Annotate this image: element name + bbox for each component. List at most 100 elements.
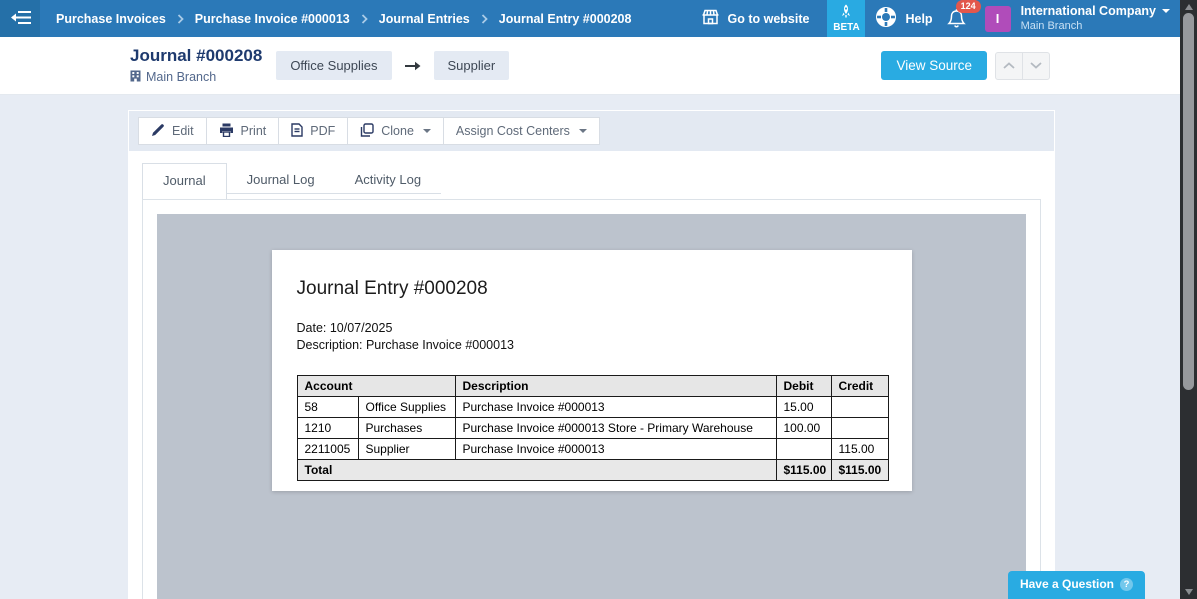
help-label: Help: [905, 12, 932, 26]
tab-bar: Journal Journal Log Activity Log: [128, 163, 1055, 199]
breadcrumb: Purchase Invoices Purchase Invoice #0000…: [56, 0, 631, 37]
collapse-sidebar-icon: [10, 10, 31, 28]
have-a-question-label: Have a Question: [1020, 577, 1114, 591]
page-title: Journal #000208: [130, 47, 262, 64]
line-credit: [831, 397, 888, 418]
chevron-right-icon: [361, 14, 368, 24]
journal-date: Date: 10/07/2025: [297, 320, 887, 337]
breadcrumb-current: Journal Entry #000208: [499, 12, 632, 26]
app-screen: Purchase Invoices Purchase Invoice #0000…: [0, 0, 1197, 599]
line-description: Purchase Invoice #000013 Store - Primary…: [455, 418, 776, 439]
notification-count-badge: 124: [956, 0, 981, 13]
topbar: Purchase Invoices Purchase Invoice #0000…: [0, 0, 1180, 37]
caret-down-icon: [423, 129, 431, 133]
help-button[interactable]: Help: [875, 6, 932, 31]
line-debit: 15.00: [776, 397, 831, 418]
table-row: 1210 Purchases Purchase Invoice #000013 …: [297, 418, 888, 439]
clone-label: Clone: [381, 124, 414, 138]
page-header: Journal #000208 Main Branch Office Suppl…: [0, 37, 1180, 95]
beta-label: BETA: [833, 22, 859, 33]
line-description: Purchase Invoice #000013: [455, 439, 776, 460]
chevron-right-icon: [177, 14, 184, 24]
notifications-button[interactable]: 124: [947, 4, 971, 34]
company-name: International Company: [1021, 4, 1156, 19]
pdf-label: PDF: [310, 124, 335, 138]
topbar-right: Go to website BETA Help: [701, 0, 1180, 37]
branch-label: Main Branch: [146, 71, 216, 84]
description-column-header: Description: [455, 376, 776, 397]
account-code: 1210: [297, 418, 358, 439]
copy-icon: [360, 123, 374, 140]
account-name: Office Supplies: [358, 397, 455, 418]
line-credit: [831, 418, 888, 439]
line-debit: [776, 439, 831, 460]
collapse-sidebar-button[interactable]: [0, 0, 40, 37]
question-mark-icon: ?: [1120, 578, 1133, 591]
next-record-button[interactable]: [1022, 52, 1050, 80]
scroll-down-arrow[interactable]: [1180, 585, 1197, 599]
assign-cost-centers-button[interactable]: Assign Cost Centers: [443, 117, 600, 145]
table-row: 58 Office Supplies Purchase Invoice #000…: [297, 397, 888, 418]
table-row: 2211005 Supplier Purchase Invoice #00001…: [297, 439, 888, 460]
edit-label: Edit: [172, 124, 194, 138]
account-tag: Office Supplies: [276, 51, 391, 80]
previous-record-button[interactable]: [995, 52, 1023, 80]
print-button[interactable]: Print: [206, 117, 280, 145]
print-label: Print: [241, 124, 267, 138]
beta-badge[interactable]: BETA: [827, 0, 865, 37]
account-name: Supplier: [358, 439, 455, 460]
toolbar: Edit Print PDF: [128, 110, 1055, 152]
go-to-website-link[interactable]: Go to website: [701, 9, 810, 28]
page-body: Edit Print PDF: [0, 95, 1180, 599]
printer-icon: [219, 123, 234, 140]
tab-content-panel: Journal Entry #000208 Date: 10/07/2025 D…: [142, 199, 1041, 599]
account-column-header: Account: [297, 376, 455, 397]
company-branch: Main Branch: [1021, 20, 1170, 33]
storefront-icon: [701, 9, 720, 28]
total-credit: $115.00: [831, 460, 888, 481]
line-description: Purchase Invoice #000013: [455, 397, 776, 418]
line-debit: 100.00: [776, 418, 831, 439]
journal-entry-title: Journal Entry #000208: [297, 278, 887, 300]
breadcrumb-item[interactable]: Purchase Invoice #000013: [195, 12, 350, 26]
edit-button[interactable]: Edit: [138, 117, 207, 145]
pdf-button[interactable]: PDF: [278, 117, 348, 145]
account-name: Purchases: [358, 418, 455, 439]
document-viewer: Journal Entry #000208 Date: 10/07/2025 D…: [157, 214, 1026, 599]
rocket-icon: [840, 4, 852, 21]
breadcrumb-item[interactable]: Purchase Invoices: [56, 12, 166, 26]
journal-entry-paper: Journal Entry #000208 Date: 10/07/2025 D…: [272, 250, 912, 491]
record-pager: [995, 52, 1050, 80]
credit-column-header: Credit: [831, 376, 888, 397]
avatar[interactable]: I: [985, 6, 1011, 32]
chevron-down-icon: [1162, 9, 1170, 13]
tab-journal[interactable]: Journal: [142, 163, 227, 199]
debit-column-header: Debit: [776, 376, 831, 397]
branch-row: Main Branch: [130, 70, 262, 85]
tab-journal-log[interactable]: Journal Log: [227, 163, 335, 194]
journal-lines-table: Account Description Debit Credit 58: [297, 375, 889, 481]
pencil-icon: [151, 123, 165, 140]
table-header-row: Account Description Debit Credit: [297, 376, 888, 397]
journal-description: Description: Purchase Invoice #000013: [297, 337, 887, 354]
total-debit: $115.00: [776, 460, 831, 481]
have-a-question-button[interactable]: Have a Question ?: [1008, 571, 1145, 599]
scrollbar[interactable]: [1180, 0, 1197, 599]
clone-button[interactable]: Clone: [347, 117, 444, 145]
building-icon: [130, 70, 141, 85]
total-label: Total: [297, 460, 776, 481]
assign-cost-centers-label: Assign Cost Centers: [456, 124, 570, 138]
account-code: 58: [297, 397, 358, 418]
table-total-row: Total $115.00 $115.00: [297, 460, 888, 481]
account-code: 2211005: [297, 439, 358, 460]
scrollbar-thumb[interactable]: [1183, 13, 1194, 390]
view-source-button[interactable]: View Source: [881, 51, 987, 80]
document-icon: [291, 123, 303, 140]
breadcrumb-item[interactable]: Journal Entries: [379, 12, 470, 26]
scroll-up-arrow[interactable]: [1180, 0, 1197, 14]
life-ring-icon: [875, 6, 897, 31]
tab-activity-log[interactable]: Activity Log: [335, 163, 441, 194]
company-menu[interactable]: International Company Main Branch: [1021, 4, 1170, 33]
account-tag: Supplier: [434, 51, 510, 80]
go-to-website-label: Go to website: [728, 12, 810, 26]
